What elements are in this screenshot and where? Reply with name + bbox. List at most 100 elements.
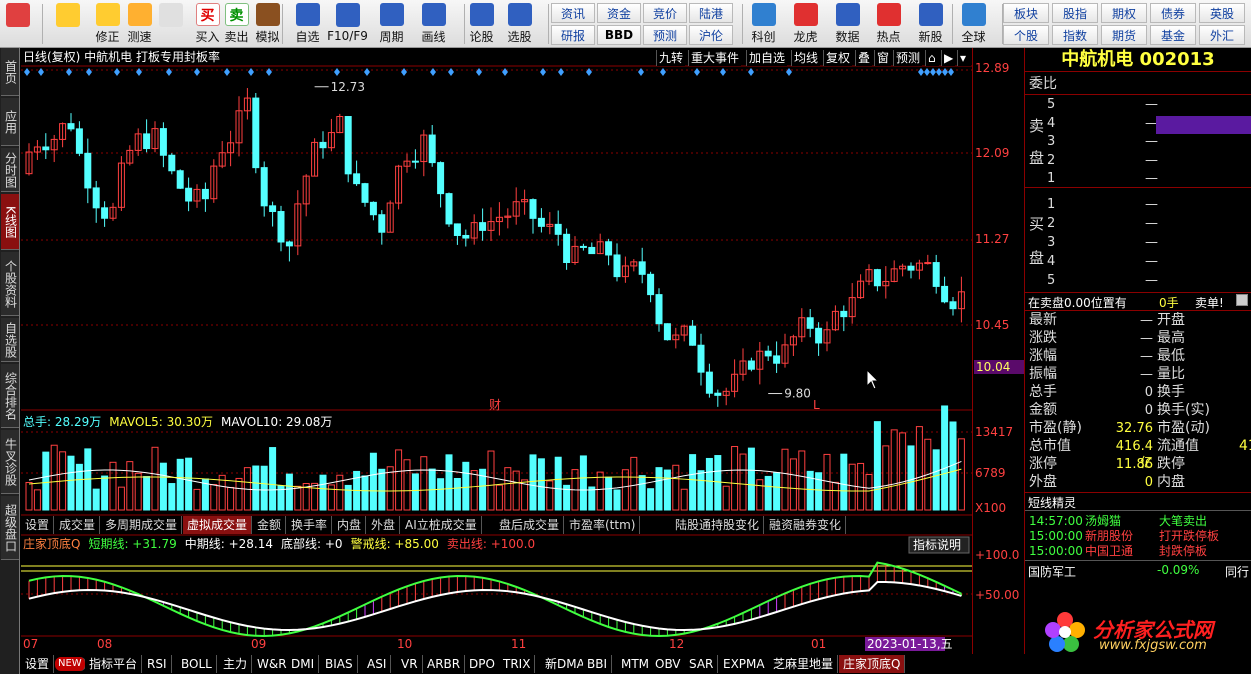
market-link-个股[interactable]: 个股 [1003,25,1049,45]
left-tab-1[interactable]: 应用 [1,98,19,146]
toolbar-button-clock[interactable] [155,1,186,45]
left-tab-7[interactable]: 牛叉诊股 [1,430,19,494]
indicator-tab-7[interactable]: 外盘 [367,516,401,534]
indicator-tab-5[interactable]: 换手率 [287,516,333,534]
toolbar-button-updown-arrow[interactable]: 修正 [92,1,123,45]
chart-menu-4[interactable]: 复权 [823,50,853,66]
bottom-tab-2[interactable]: 指标平台 [85,655,143,673]
quick-link-研报[interactable]: 研报 [551,25,595,45]
toolbar-button-speed[interactable]: 测速 [124,1,155,45]
market-link-期权[interactable]: 期权 [1101,3,1147,23]
sector-name[interactable]: 国防军工 [1028,563,1076,580]
market-link-债券[interactable]: 债券 [1150,3,1196,23]
toolbar-button-back-arrow[interactable] [52,1,83,45]
toolbar-button-globe[interactable]: 全球 [958,1,989,45]
indicator-tab-11[interactable]: 陆股通持股变化 [671,516,765,534]
left-tab-8[interactable]: 超级盘口 [1,496,19,560]
toolbar-button-star-market[interactable]: 科创 [748,1,779,45]
market-link-期货[interactable]: 期货 [1101,25,1147,45]
left-tab-5[interactable]: 自选股 [1,318,19,362]
left-tab-6[interactable]: 综合排名 [1,364,19,428]
indicator-explain-button[interactable]: 指标说明 [908,536,970,554]
toolbar-button-windows[interactable] [2,1,33,45]
bottom-tab-4[interactable]: BOLL [177,655,217,673]
signal-diamond [748,68,754,76]
toolbar-button-dragon-tiger[interactable]: 龙虎 [790,1,821,45]
market-link-英股[interactable]: 英股 [1199,3,1245,23]
sector-more[interactable]: 同行 [1225,563,1251,580]
bottom-tab-18[interactable]: SAR [685,655,719,673]
market-link-指数[interactable]: 指数 [1052,25,1098,45]
indicator-tab-12[interactable]: 融资融券变化 [765,516,847,534]
bottom-tab-9[interactable]: ASI [363,655,392,673]
quick-link-陆港[interactable]: 陆港 [689,3,733,23]
bottom-tab-0[interactable]: 设置 [21,655,55,673]
left-tab-2[interactable]: 分时图 [1,148,19,192]
chart-menu-6[interactable]: 窗 [874,50,892,66]
left-tab-4[interactable]: 个股资料 [1,252,19,316]
bottom-tab-12[interactable]: DPO [465,655,500,673]
toolbar-button-f10[interactable]: F10/F9 [327,1,368,45]
quick-link-资金[interactable]: 资金 [597,3,641,23]
kline-chart[interactable]: 12.73 9.80 财 L 总手: 28.29万 MAVOL5: 30.30万 MAVOL… [21,48,1024,654]
toolbar-button-select-stock[interactable]: 选股 [504,1,535,45]
chart-menu-7[interactable]: 预测 [893,50,923,66]
bottom-tab-1[interactable]: NEW [55,657,86,671]
left-tab-3[interactable]: K线图 [1,194,19,250]
toolbar-button-hammer[interactable]: 模拟 [252,1,283,45]
candle [747,357,755,372]
bottom-tab-16[interactable]: MTM [617,655,655,673]
toolbar-button-pe[interactable]: 数据 [832,1,863,45]
bottom-tab-13[interactable]: TRIX [499,655,536,673]
indicator-tab-3[interactable]: 虚拟成交量 [183,516,253,534]
bottom-tab-17[interactable]: OBV [651,655,686,673]
toolbar-button-star[interactable]: 自选 [292,1,323,45]
toolbar-button-sell[interactable]: 卖卖出 [221,1,252,45]
chart-menu-0[interactable]: 九转 [656,50,686,66]
indicator-tab-9[interactable]: 盘后成交量 [495,516,565,534]
dropdown-icon[interactable]: ▾ [957,50,971,66]
lock-icon[interactable]: ⌂ [925,50,939,66]
chart-menu-1[interactable]: 重大事件 [688,50,742,66]
quick-link-沪伦[interactable]: 沪伦 [689,25,733,45]
indicator-tab-2[interactable]: 多周期成交量 [101,516,183,534]
toolbar-button-discuss[interactable]: 论股 [466,1,497,45]
indicator-tab-4[interactable]: 金额 [253,516,287,534]
bottom-tab-20[interactable]: 芝麻里地量 [769,655,839,673]
quick-link-资讯[interactable]: 资讯 [551,3,595,23]
market-link-基金[interactable]: 基金 [1150,25,1196,45]
quick-link-竞价[interactable]: 竞价 [643,3,687,23]
indicator-tab-8[interactable]: AI立桩成交量 [401,516,482,534]
indicator-tab-1[interactable]: 成交量 [55,516,101,534]
toolbar-button-cycle[interactable]: 周期 [376,1,407,45]
bottom-tab-10[interactable]: VR [397,655,423,673]
bottom-tab-5[interactable]: 主力 [219,655,253,673]
bottom-tab-7[interactable]: DMI [287,655,320,673]
indicator-tab-0[interactable]: 设置 [21,516,55,534]
bottom-tab-19[interactable]: EXPMA [719,655,770,673]
bottom-tab-21[interactable]: 庄家顶底Q [839,655,906,673]
chart-menu-2[interactable]: 加自选 [746,50,788,66]
scroll-button[interactable] [1236,294,1248,306]
toolbar-button-new-stock[interactable]: 新股 [915,1,946,45]
indicator-tab-6[interactable]: 内盘 [333,516,367,534]
indicator-tab-10[interactable]: 市盈率(ttm) [565,516,641,534]
bottom-tab-11[interactable]: ARBR [423,655,466,673]
bottom-tab-8[interactable]: BIAS [321,655,358,673]
quick-link-BBD[interactable]: BBD [597,25,641,45]
toolbar-button-pencil[interactable]: 画线 [418,1,449,45]
left-tab-0[interactable]: 首页 [1,48,19,96]
quick-link-预测[interactable]: 预测 [643,25,687,45]
bottom-tab-6[interactable]: W&R [253,655,292,673]
chart-menu-5[interactable]: 叠 [855,50,873,66]
toolbar-button-hot[interactable]: 热点 [873,1,904,45]
bottom-tab-15[interactable]: BBI [583,655,613,673]
market-link-股指[interactable]: 股指 [1052,3,1098,23]
toolbar-button-buy[interactable]: 买买入 [192,1,223,45]
chart-menu-3[interactable]: 均线 [791,50,821,66]
forward-icon[interactable]: ▶ [941,50,955,66]
market-link-板块[interactable]: 板块 [1003,3,1049,23]
bottom-tab-3[interactable]: RSI [143,655,172,673]
market-link-外汇[interactable]: 外汇 [1199,25,1245,45]
sprite-stock[interactable]: 中国卫通 [1085,543,1133,560]
